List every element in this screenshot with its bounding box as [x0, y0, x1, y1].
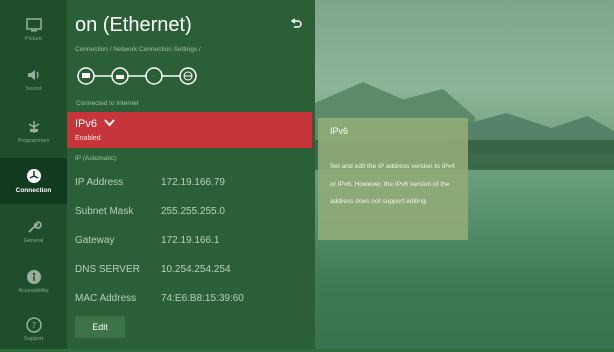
connection-status-chain: · [77, 67, 197, 85]
ipv6-setting-row[interactable]: IPv6 Enabled [67, 112, 312, 148]
detail-key: Gateway [75, 235, 115, 246]
wrench-icon [27, 220, 42, 233]
picture-icon [25, 17, 42, 31]
breadcrumb: Connection / Network Connection Settings… [75, 46, 201, 53]
accessibility-icon [26, 269, 41, 284]
back-icon[interactable] [289, 18, 303, 32]
settings-category-rail: Picture Sound Programmes Connection Gene… [0, 0, 67, 349]
rail-item-accessibility[interactable]: Accessibility [0, 258, 67, 304]
page-title: on (Ethernet) [75, 14, 192, 36]
speaker-icon [27, 69, 39, 80]
network-settings-panel: on (Ethernet) Connection / Network Conne… [67, 0, 315, 349]
detail-value: 255.255.255.0 [161, 206, 225, 217]
edit-button[interactable]: Edit [75, 316, 125, 338]
rail-item-label: Connection [15, 187, 52, 194]
rail-item-label: General [23, 237, 44, 244]
detail-value: 74:E6:B8:15:39:60 [161, 293, 244, 304]
help-tooltip: IPv6 Set and edit the IP address version… [318, 118, 468, 240]
router-icon [111, 67, 129, 85]
rail-item-support[interactable]: ? Support [0, 306, 67, 352]
connection-status-text: Connected to Internet [76, 100, 139, 107]
ipv6-label: IPv6 [75, 118, 98, 130]
ip-mode-label: IP (Automatic) [75, 155, 117, 162]
antenna-icon [28, 120, 39, 133]
detail-value: 172.19.166.79 [161, 177, 225, 188]
tooltip-title: IPv6 [330, 126, 349, 136]
chevron-down-icon [104, 119, 115, 127]
detail-value: 10.254.254.254 [161, 264, 231, 275]
detail-key: Subnet Mask [75, 206, 134, 217]
detail-key: DNS SERVER [75, 264, 140, 275]
tooltip-body: Set and edit the IP address version to I… [330, 163, 455, 205]
support-icon: ? [25, 316, 42, 333]
rail-item-label: Programmes [17, 137, 50, 144]
detail-key: MAC Address [75, 293, 137, 304]
svg-text:·: · [153, 74, 155, 81]
rail-item-label: Accessibility [18, 287, 49, 294]
detail-key: IP Address [75, 177, 124, 188]
dns-icon: · [145, 67, 163, 85]
rail-item-connection[interactable]: Connection [0, 158, 67, 204]
tv-icon [77, 67, 95, 85]
rail-item-label: Sound [25, 85, 42, 92]
rail-item-general[interactable]: General [0, 208, 67, 254]
rail-item-sound[interactable]: Sound [0, 56, 67, 102]
rail-item-label: Picture [24, 35, 43, 42]
rail-item-programmes[interactable]: Programmes [0, 108, 67, 154]
rail-item-label: Support [23, 335, 44, 342]
globe-icon [179, 67, 197, 85]
ipv6-value: Enabled [75, 135, 101, 142]
connection-icon [26, 169, 41, 183]
detail-value: 172.19.166.1 [161, 235, 220, 246]
rail-item-picture[interactable]: Picture [0, 6, 67, 52]
svg-text:?: ? [31, 321, 35, 330]
